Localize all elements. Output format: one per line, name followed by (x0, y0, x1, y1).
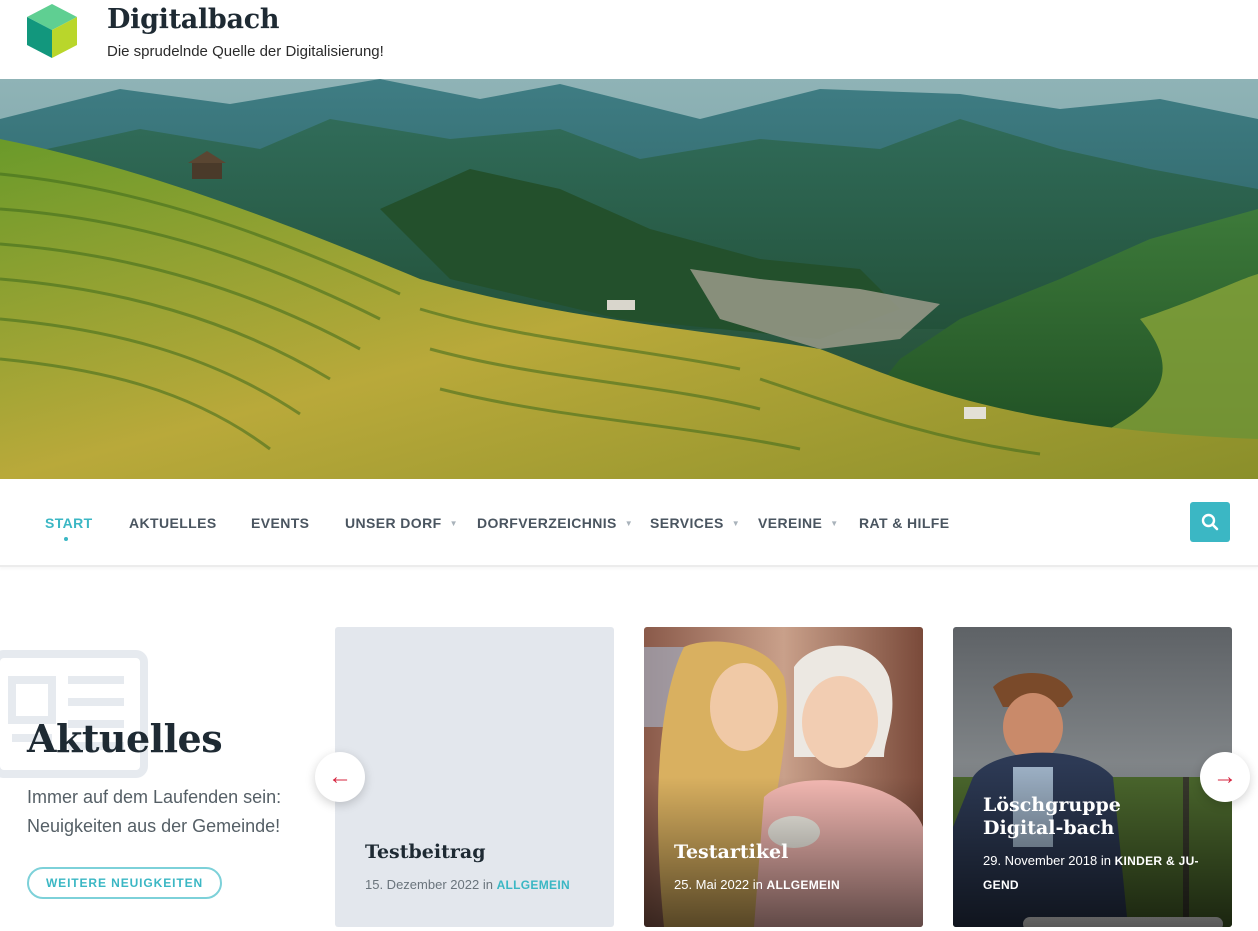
card-meta-in: in (752, 877, 763, 892)
card-meta-in: in (1100, 853, 1111, 868)
nav-item-rat-hilfe[interactable]: RAT & HILFE (859, 515, 949, 531)
active-indicator-dot (64, 537, 68, 541)
chevron-down-icon: ▼ (830, 519, 839, 528)
card-meta: 25. Mai 2022 in ALLGEMEIN (674, 873, 840, 897)
site-title[interactable]: Digitalbach (107, 4, 279, 35)
card-date: 29. November 2018 (983, 853, 1098, 868)
card-category[interactable]: ALLGEMEIN (497, 878, 570, 892)
chevron-down-icon: ▼ (731, 519, 741, 528)
card-title[interactable]: Testbeitrag (365, 841, 486, 864)
more-news-button[interactable]: WEITERE NEUIGKEITEN (27, 867, 222, 899)
card-date: 25. Mai 2022 (674, 877, 750, 892)
arrow-right-icon: → (1213, 763, 1237, 790)
chevron-down-icon: ▼ (624, 519, 634, 528)
card-date: 15. Dezember 2022 (365, 877, 480, 892)
arrow-left-icon: ← (328, 763, 352, 790)
search-icon (1201, 513, 1219, 531)
carousel-next-button[interactable]: → (1200, 752, 1250, 802)
main-navigation: START AKTUELLES EVENTS UNSER DORF ▼ DORFV… (0, 479, 1258, 567)
site-header: Digitalbach Die sprudelnde Quelle der Di… (0, 0, 1258, 79)
card-meta: 15. Dezember 2022 in ALLGEMEIN (365, 873, 570, 897)
nav-item-services[interactable]: SERVICES ▼ (650, 515, 740, 531)
card-category[interactable]: ALLGEMEIN (767, 878, 840, 892)
section-intro: Immer auf dem Laufenden sein: Neuigkeite… (27, 787, 282, 836)
cube-logo[interactable] (27, 4, 77, 58)
nav-item-start[interactable]: START (45, 515, 93, 531)
card-meta: 29. November 2018 in KINDER & JU-GEND (983, 849, 1213, 897)
news-card[interactable]: Testbeitrag 15. Dezember 2022 in ALLGEME… (335, 627, 614, 927)
card-title[interactable]: Testartikel (674, 841, 788, 864)
site-tagline: Die sprudelnde Quelle der Digitalisierun… (107, 43, 384, 60)
search-button[interactable] (1190, 502, 1230, 542)
card-meta-in: in (482, 877, 493, 892)
news-card[interactable]: Testartikel 25. Mai 2022 in ALLGEMEIN (644, 627, 923, 927)
nav-item-events[interactable]: EVENTS (251, 515, 309, 531)
nav-item-unser-dorf[interactable]: UNSER DORF ▼ (345, 515, 458, 531)
card-title[interactable]: Löschgruppe Digital-bach (983, 794, 1203, 840)
news-card[interactable]: Löschgruppe Digital-bach 29. November 20… (953, 627, 1232, 927)
nav-item-dorfverzeichnis[interactable]: DORFVERZEICHNIS ▼ (477, 515, 633, 531)
carousel-prev-button[interactable]: ← (315, 752, 365, 802)
chevron-down-icon: ▼ (449, 519, 458, 528)
hero-image (0, 79, 1258, 479)
nav-item-vereine[interactable]: VEREINE ▼ (758, 515, 839, 531)
nav-item-aktuelles[interactable]: AKTUELLES (129, 515, 217, 531)
section-heading: Aktuelles (27, 716, 223, 761)
